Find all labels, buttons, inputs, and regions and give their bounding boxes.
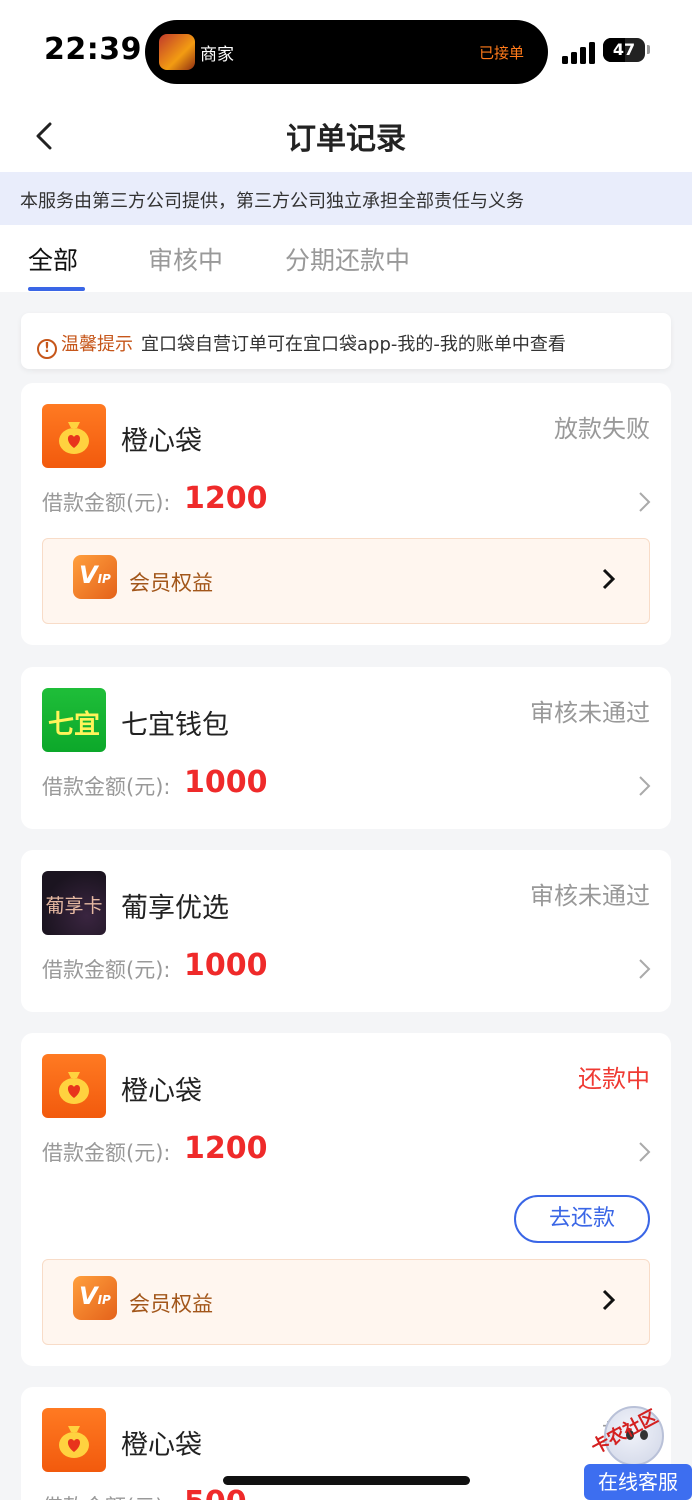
home-indicator[interactable] (223, 1476, 470, 1485)
signal-icon (562, 40, 598, 64)
order-status: 放款失败 (554, 415, 650, 443)
lender-name: 葡享优选 (121, 893, 229, 924)
lender-name: 七宜钱包 (121, 710, 229, 741)
active-tab-indicator (28, 287, 85, 291)
loan-amount: 500 (184, 1485, 247, 1500)
lender-name: 橙心袋 (121, 1430, 202, 1461)
chevron-right-icon (639, 1142, 651, 1162)
order-card[interactable]: 橙心袋 放款失败 借款金额(元): 1200 VIP 会员权益 (21, 383, 671, 645)
tab-reviewing[interactable]: 审核中 (148, 241, 223, 277)
island-app-thumbnail (159, 34, 195, 70)
chevron-right-icon (639, 776, 651, 796)
customer-service-button[interactable]: 在线客服 (584, 1464, 692, 1500)
amount-label: 借款金额(元): (42, 1491, 170, 1500)
tab-bar: 全部 审核中 分期还款中 (0, 225, 692, 292)
chevron-right-icon (639, 959, 651, 979)
loan-amount: 1200 (184, 481, 268, 516)
tab-installment[interactable]: 分期还款中 (285, 241, 410, 277)
amount-label: 借款金额(元): (42, 775, 171, 799)
battery-level: 47 (612, 40, 636, 59)
clock: 22:39 (44, 32, 142, 67)
loan-amount: 1000 (184, 948, 268, 983)
vip-icon: VIP (73, 1276, 117, 1320)
money-bag-logo-icon (42, 1054, 106, 1118)
dynamic-island[interactable]: 商家 已接单 (145, 20, 548, 84)
repay-button[interactable]: 去还款 (514, 1195, 650, 1243)
tip-title: 温馨提示 (61, 334, 133, 355)
vip-benefits-row[interactable]: VIP 会员权益 (42, 538, 650, 624)
warm-tip: ! 温馨提示 宜口袋自营订单可在宜口袋app-我的-我的账单中查看 (21, 313, 671, 369)
disclaimer-banner: 本服务由第三方公司提供，第三方公司独立承担全部责任与义务 (0, 172, 692, 225)
loan-amount: 1200 (184, 1131, 268, 1166)
order-status: 还款中 (578, 1065, 650, 1093)
order-card[interactable]: 七宜 七宜钱包 审核未通过 借款金额(元): 1000 (21, 667, 671, 829)
island-app-name: 商家 (200, 45, 234, 65)
chevron-right-icon (602, 1289, 616, 1311)
vip-benefits-row[interactable]: VIP 会员权益 (42, 1259, 650, 1345)
info-icon: ! (37, 339, 57, 359)
battery-icon: 47 (603, 38, 645, 62)
order-card[interactable]: 葡享卡 葡享优选 审核未通过 借款金额(元): 1000 (21, 850, 671, 1012)
status-bar: 22:39 商家 已接单 47 (0, 0, 692, 100)
order-card[interactable]: 橙心袋 还款中 借款金额(元): 1200 去还款 VIP 会员权益 (21, 1033, 671, 1366)
amount-label: 借款金额(元): (42, 491, 171, 515)
qiyi-wallet-logo-icon: 七宜 (42, 688, 106, 752)
lender-name: 橙心袋 (121, 1076, 202, 1107)
chevron-right-icon (639, 492, 651, 512)
order-status: 审核未通过 (530, 882, 650, 910)
amount-label: 借款金额(元): (42, 958, 171, 982)
order-status: 审核未通过 (530, 699, 650, 727)
island-order-status: 已接单 (478, 44, 524, 62)
tip-text: 宜口袋自营订单可在宜口袋app-我的-我的账单中查看 (141, 334, 566, 355)
vip-icon: VIP (73, 555, 117, 599)
money-bag-logo-icon (42, 1408, 106, 1472)
tab-all[interactable]: 全部 (28, 241, 78, 277)
loan-amount: 1000 (184, 765, 268, 800)
page-title: 订单记录 (286, 122, 406, 157)
money-bag-logo-icon (42, 404, 106, 468)
chevron-right-icon (602, 568, 616, 590)
vip-label: 会员权益 (129, 571, 213, 595)
nav-bar: 订单记录 (0, 100, 692, 172)
puxiang-card-logo-icon: 葡享卡 (42, 871, 106, 935)
amount-label: 借款金额(元): (42, 1141, 171, 1165)
lender-name: 橙心袋 (121, 426, 202, 457)
vip-label: 会员权益 (129, 1292, 213, 1316)
